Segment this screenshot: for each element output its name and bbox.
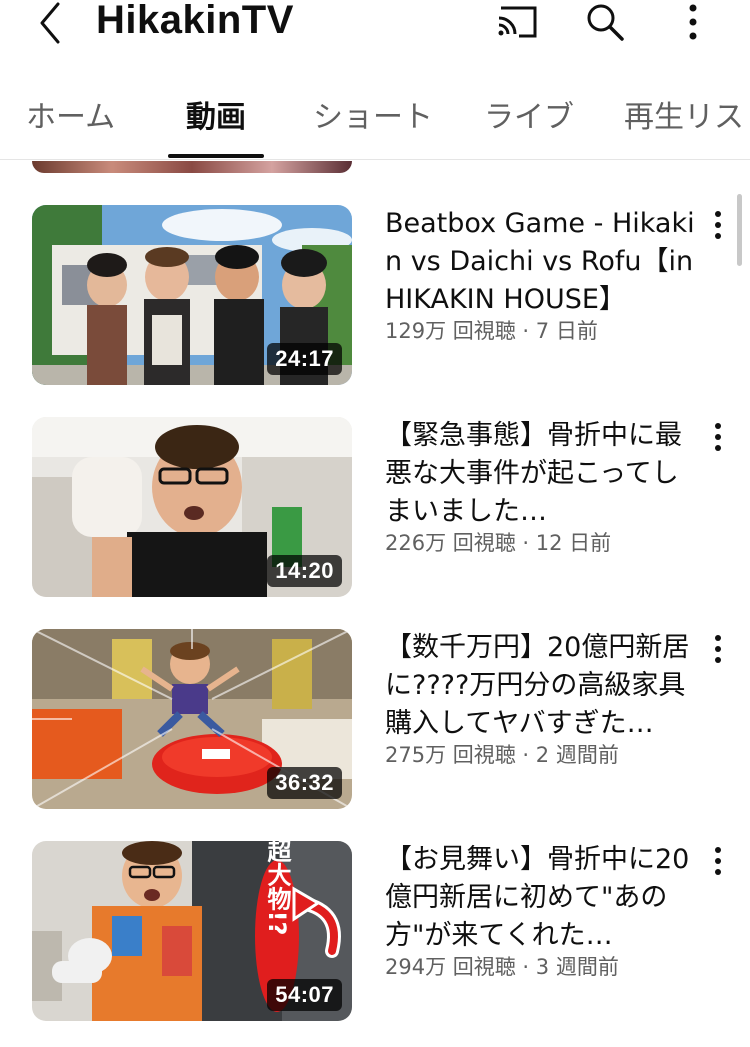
video-meta: 129万 回視聴 · 7 日前	[385, 319, 598, 343]
video-item[interactable]: 24:17 Beatbox Game - Hikakin vs Daichi v…	[0, 205, 750, 387]
tab-videos[interactable]: 動画	[186, 92, 246, 136]
more-vert-icon	[689, 4, 697, 40]
video-title[interactable]: Beatbox Game - Hikakin vs Daichi vs Rofu…	[385, 205, 695, 319]
top-app-bar: HikakinTV	[0, 0, 750, 70]
video-title[interactable]: 【緊急事態】骨折中に最悪な大事件が起こってしまいました…	[385, 417, 695, 531]
video-menu-button[interactable]	[703, 419, 733, 455]
cast-icon	[498, 6, 537, 38]
video-duration: 54:07	[267, 979, 342, 1011]
tab-shorts[interactable]: ショート	[313, 92, 433, 136]
previous-video-thumbnail[interactable]	[32, 161, 352, 173]
channel-tabs: ホーム 動画 ショート ライブ 再生リス	[0, 80, 750, 160]
more-vert-icon	[715, 423, 721, 451]
thumbnail-overlay-text: 超大物!?	[263, 841, 291, 935]
back-arrow-icon	[40, 2, 60, 44]
back-button[interactable]	[30, 0, 70, 46]
video-title[interactable]: 【お見舞い】骨折中に20億円新居に初めて"あの方"が来てくれた…	[385, 841, 695, 955]
video-menu-button[interactable]	[703, 843, 733, 879]
video-thumbnail[interactable]: 24:17	[32, 205, 352, 385]
video-thumbnail[interactable]: 超大物!? 54:07	[32, 841, 352, 1021]
video-meta: 275万 回視聴 · 2 週間前	[385, 743, 619, 767]
video-thumbnail[interactable]: 36:32	[32, 629, 352, 809]
more-vert-icon	[715, 847, 721, 875]
video-meta: 294万 回視聴 · 3 週間前	[385, 955, 619, 979]
video-meta: 226万 回視聴 · 12 日前	[385, 531, 612, 555]
video-title[interactable]: 【数千万円】20億円新居に????万円分の高級家具購入してヤバすぎた…	[385, 629, 695, 743]
cast-button[interactable]	[492, 0, 542, 44]
tab-live[interactable]: ライブ	[484, 92, 574, 136]
video-duration: 36:32	[267, 767, 342, 799]
video-item[interactable]: 超大物!? 54:07 【お見舞い】骨折中に20億円新居に初めて"あの方"が来て…	[0, 841, 750, 1023]
video-menu-button[interactable]	[703, 631, 733, 667]
search-button[interactable]	[580, 0, 630, 44]
video-menu-button[interactable]	[703, 207, 733, 243]
video-duration: 24:17	[267, 343, 342, 375]
active-tab-indicator	[168, 154, 264, 158]
more-options-button[interactable]	[668, 0, 718, 44]
tab-home[interactable]: ホーム	[26, 92, 115, 136]
channel-title: HikakinTV	[96, 0, 294, 42]
video-thumbnail[interactable]: 14:20	[32, 417, 352, 597]
tab-playlists[interactable]: 再生リス	[624, 92, 744, 136]
video-item[interactable]: 14:20 【緊急事態】骨折中に最悪な大事件が起こってしまいました… 226万 …	[0, 417, 750, 599]
video-item[interactable]: 36:32 【数千万円】20億円新居に????万円分の高級家具購入してヤバすぎた…	[0, 629, 750, 811]
video-duration: 14:20	[267, 555, 342, 587]
more-vert-icon	[715, 635, 721, 663]
more-vert-icon	[715, 211, 721, 239]
search-icon	[587, 4, 624, 41]
